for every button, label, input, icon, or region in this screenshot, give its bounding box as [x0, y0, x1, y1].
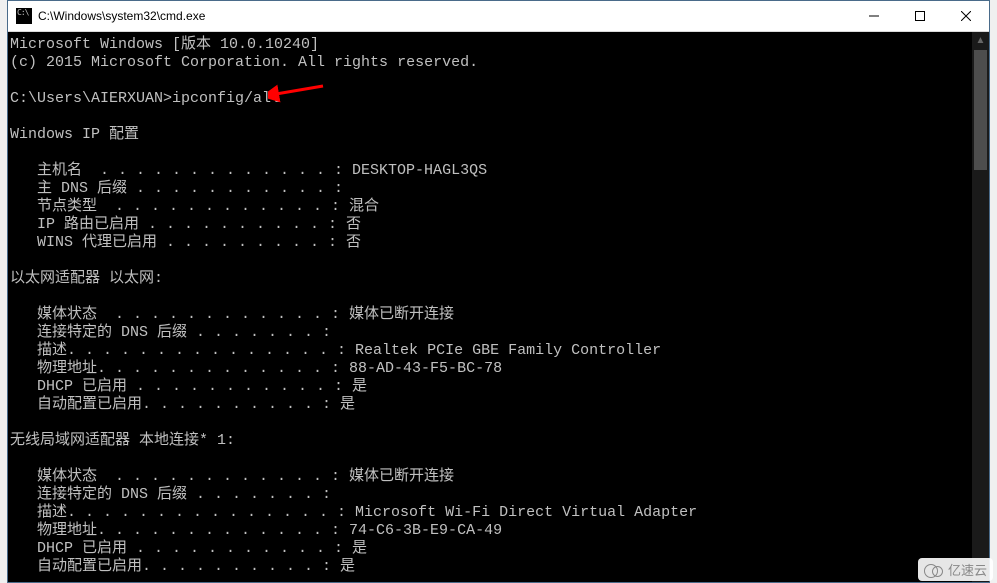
terminal-line: Microsoft Windows [版本 10.0.10240] — [10, 36, 972, 54]
terminal-line: IP 路由已启用 . . . . . . . . . . : 否 — [10, 216, 972, 234]
terminal-output[interactable]: Microsoft Windows [版本 10.0.10240](c) 201… — [8, 32, 972, 582]
terminal-line — [10, 450, 972, 468]
terminal-line: 无线局域网适配器 本地连接* 1: — [10, 432, 972, 450]
terminal-line: 媒体状态 . . . . . . . . . . . . : 媒体已断开连接 — [10, 306, 972, 324]
terminal-line: 描述. . . . . . . . . . . . . . . : Micros… — [10, 504, 972, 522]
close-button[interactable] — [943, 1, 989, 31]
cmd-window: C:\Windows\system32\cmd.exe Microso — [7, 0, 990, 583]
scroll-thumb[interactable] — [974, 50, 987, 170]
scroll-up-icon[interactable]: ▲ — [972, 32, 989, 49]
terminal-line: 以太网适配器 以太网: — [10, 270, 972, 288]
terminal-line: 主机名 . . . . . . . . . . . . . : DESKTOP-… — [10, 162, 972, 180]
terminal-line: 自动配置已启用. . . . . . . . . . : 是 — [10, 396, 972, 414]
terminal-line: 物理地址. . . . . . . . . . . . . : 74-C6-3B… — [10, 522, 972, 540]
maximize-icon — [915, 11, 925, 21]
terminal-line: DHCP 已启用 . . . . . . . . . . . : 是 — [10, 378, 972, 396]
vertical-scrollbar[interactable]: ▲ ▼ — [972, 32, 989, 582]
terminal-line — [10, 414, 972, 432]
terminal-line: 节点类型 . . . . . . . . . . . . : 混合 — [10, 198, 972, 216]
minimize-icon — [869, 11, 879, 21]
minimize-button[interactable] — [851, 1, 897, 31]
cmd-icon — [16, 8, 32, 24]
terminal-line: 物理地址. . . . . . . . . . . . . : 88-AD-43… — [10, 360, 972, 378]
titlebar[interactable]: C:\Windows\system32\cmd.exe — [8, 1, 989, 32]
terminal-line: 连接特定的 DNS 后缀 . . . . . . . : — [10, 486, 972, 504]
terminal-line: 主 DNS 后缀 . . . . . . . . . . . : — [10, 180, 972, 198]
terminal-line: 自动配置已启用. . . . . . . . . . : 是 — [10, 558, 972, 576]
window-controls — [851, 1, 989, 31]
terminal-line: (c) 2015 Microsoft Corporation. All righ… — [10, 54, 972, 72]
terminal-line — [10, 144, 972, 162]
watermark: 亿速云 — [918, 558, 993, 581]
terminal-line: C:\Users\AIERXUAN>ipconfig/all — [10, 90, 972, 108]
terminal-line: 描述. . . . . . . . . . . . . . . : Realte… — [10, 342, 972, 360]
terminal-line: DHCP 已启用 . . . . . . . . . . . : 是 — [10, 540, 972, 558]
terminal-line: 媒体状态 . . . . . . . . . . . . : 媒体已断开连接 — [10, 468, 972, 486]
watermark-text: 亿速云 — [948, 560, 987, 579]
terminal-line: WINS 代理已启用 . . . . . . . . . : 否 — [10, 234, 972, 252]
window-title: C:\Windows\system32\cmd.exe — [38, 9, 851, 23]
terminal-line — [10, 252, 972, 270]
terminal-area: Microsoft Windows [版本 10.0.10240](c) 201… — [8, 32, 989, 582]
cloud-icon — [924, 563, 944, 577]
terminal-line — [10, 108, 972, 126]
terminal-line — [10, 72, 972, 90]
close-icon — [961, 11, 971, 21]
terminal-line: 连接特定的 DNS 后缀 . . . . . . . : — [10, 324, 972, 342]
terminal-line — [10, 288, 972, 306]
terminal-line: Windows IP 配置 — [10, 126, 972, 144]
maximize-button[interactable] — [897, 1, 943, 31]
